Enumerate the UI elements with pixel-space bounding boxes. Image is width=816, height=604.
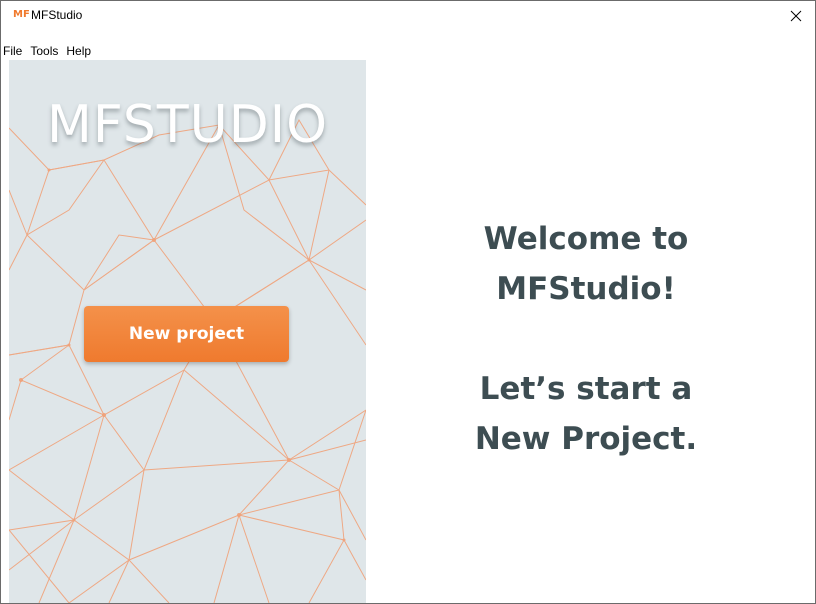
welcome-line-2: MFStudio! <box>496 271 676 307</box>
side-panel: MFSTUDIO New project <box>9 60 366 603</box>
start-line-2: New Project. <box>474 421 698 457</box>
close-button[interactable] <box>777 1 815 30</box>
new-project-button[interactable]: New project <box>84 306 289 362</box>
close-icon <box>790 10 802 21</box>
brand-title: MFSTUDIO <box>47 95 328 155</box>
app-logo-icon: MF <box>13 9 30 20</box>
menu-bar: File Tools Help <box>1 42 95 60</box>
welcome-spacer <box>371 314 801 364</box>
app-window: MF MFStudio File Tools Help MFSTUDIO New… <box>0 0 816 604</box>
menu-help[interactable]: Help <box>62 42 95 60</box>
welcome-message: Welcome to MFStudio! Let’s start a New P… <box>371 214 801 464</box>
welcome-line-1: Welcome to <box>483 221 689 257</box>
start-line-1: Let’s start a <box>479 371 693 407</box>
menu-tools[interactable]: Tools <box>26 42 62 60</box>
menu-file[interactable]: File <box>1 42 26 60</box>
window-title: MFStudio <box>31 8 83 22</box>
title-bar[interactable]: MF MFStudio <box>1 1 815 30</box>
